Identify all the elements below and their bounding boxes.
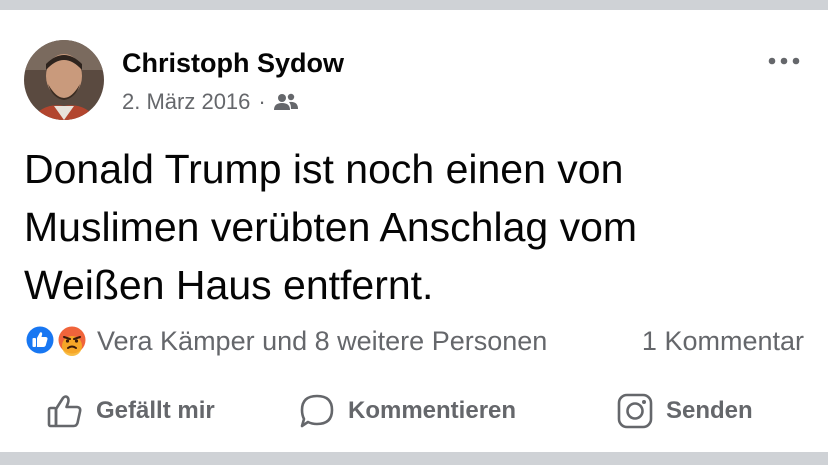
friends-icon [273, 92, 298, 112]
send-button[interactable]: Senden [616, 388, 753, 434]
post-text: Donald Trump ist noch einen von Muslimen… [24, 140, 804, 314]
more-options-button[interactable] [764, 50, 804, 72]
top-divider [0, 0, 828, 10]
more-dots-icon [768, 57, 800, 65]
reaction-summary[interactable]: Vera Kämper und 8 weitere Personen [97, 326, 547, 357]
post-text-line: Donald Trump ist noch einen von [24, 146, 624, 192]
meta-separator: · [258, 89, 266, 114]
reactions-row: Vera Kämper und 8 weitere Personen 1 Kom… [24, 320, 804, 360]
angry-reaction-icon [57, 325, 87, 356]
comment-count[interactable]: 1 Kommentar [642, 326, 804, 357]
like-button[interactable]: Gefällt mir [46, 388, 215, 434]
send-button-label: Senden [666, 397, 753, 424]
post-text-line: Weißen Haus entfernt. [24, 262, 434, 308]
post-date[interactable]: 2. März 2016 [122, 89, 250, 115]
author-avatar[interactable] [24, 40, 104, 120]
post-text-line: Muslimen verübten Anschlag vom [24, 204, 638, 250]
instagram-icon [617, 393, 653, 429]
like-reaction-icon [25, 325, 55, 355]
bottom-divider [0, 452, 828, 465]
thumbs-up-icon [47, 395, 82, 428]
post-meta: 2. März 2016 · [122, 89, 298, 115]
comment-bubble-icon [300, 394, 334, 428]
reaction-icons[interactable] [24, 324, 92, 356]
comment-button-label: Kommentieren [348, 397, 517, 424]
comment-button[interactable]: Kommentieren [298, 388, 516, 434]
author-name[interactable]: Christoph Sydow [122, 48, 344, 79]
like-button-label: Gefällt mir [96, 397, 215, 424]
